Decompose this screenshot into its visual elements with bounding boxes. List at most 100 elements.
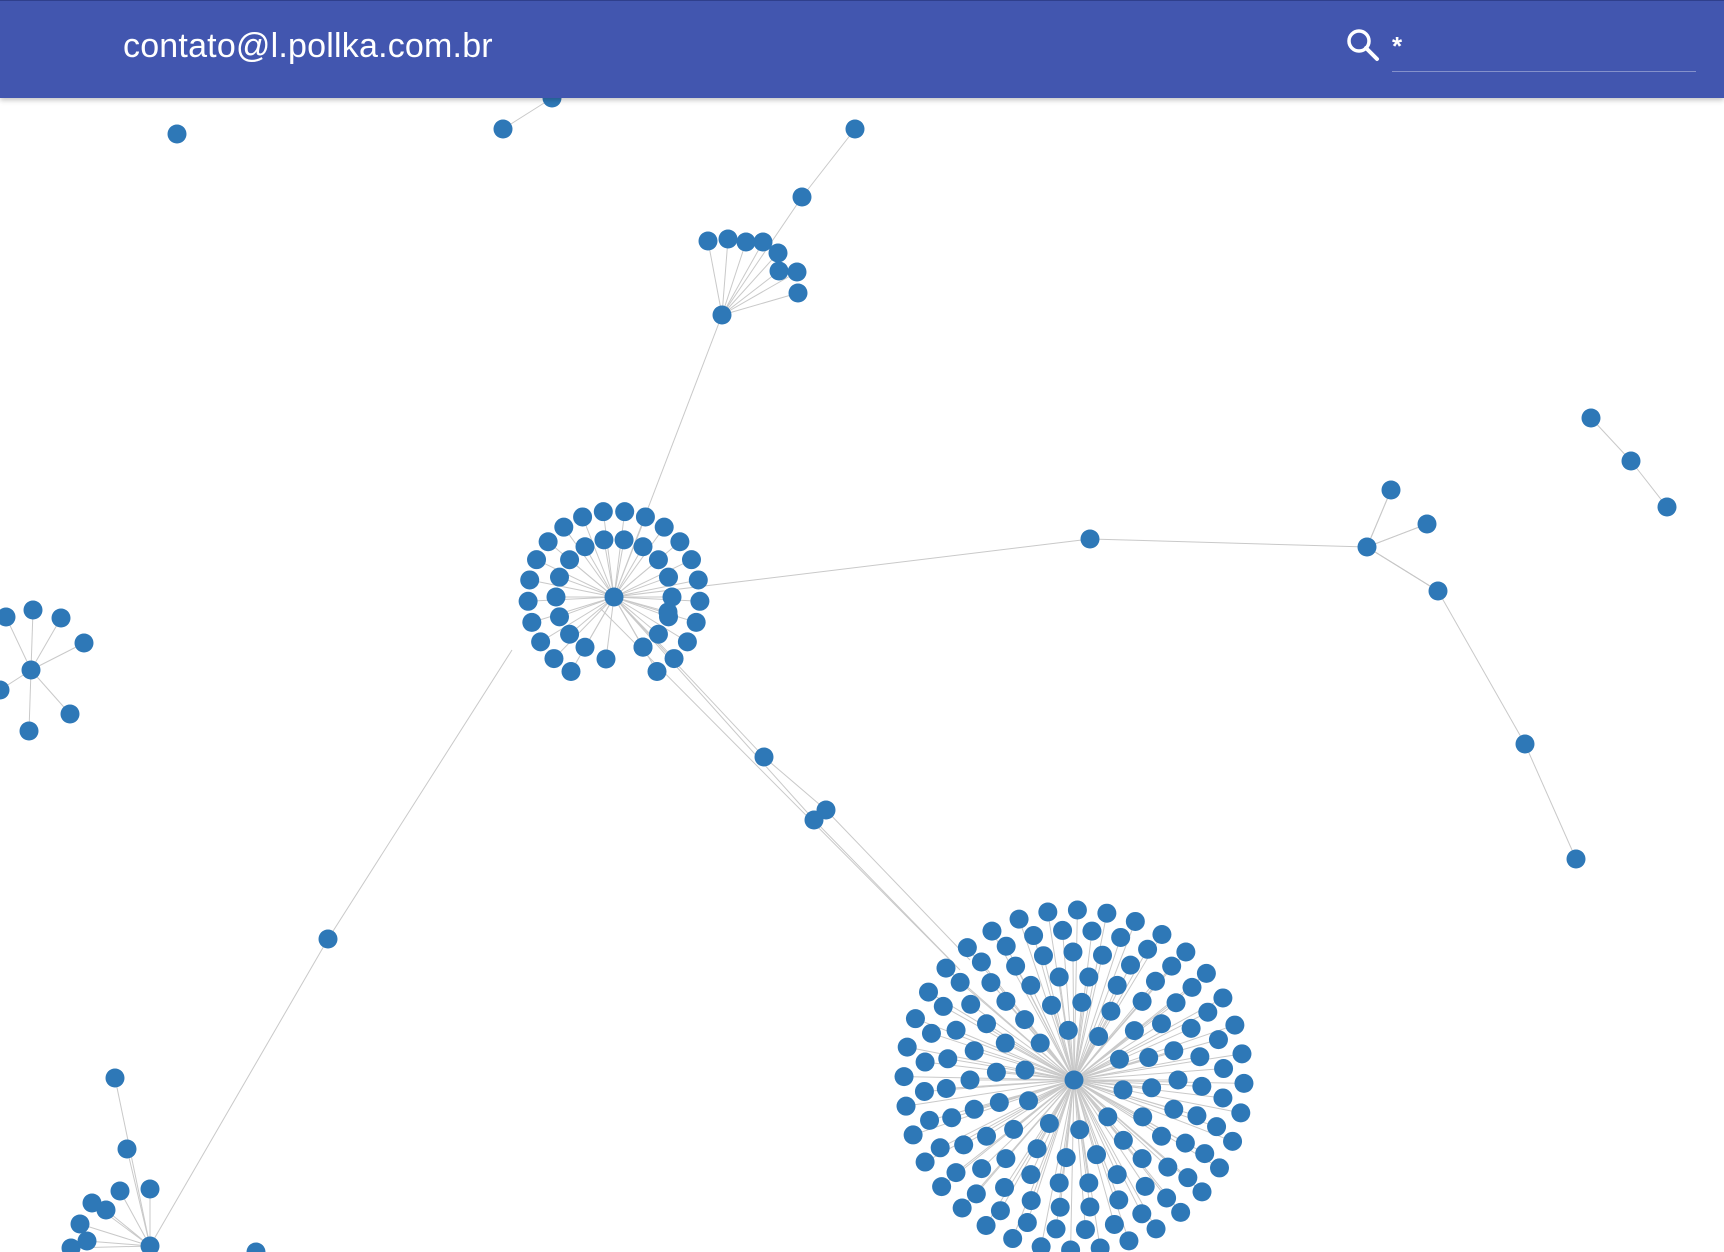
graph-node[interactable] <box>996 1149 1016 1169</box>
graph-node[interactable] <box>648 550 668 570</box>
graph-node[interactable] <box>19 721 39 741</box>
graph-node[interactable] <box>573 507 593 527</box>
graph-node[interactable] <box>1092 945 1112 965</box>
graph-node[interactable] <box>60 704 80 724</box>
graph-node[interactable] <box>1046 1219 1066 1239</box>
graph-node[interactable] <box>21 660 41 680</box>
graph-node[interactable] <box>894 1067 914 1087</box>
graph-node[interactable] <box>1171 1202 1191 1222</box>
graph-node[interactable] <box>560 624 580 644</box>
graph-node[interactable] <box>971 952 991 972</box>
graph-node[interactable] <box>688 570 708 590</box>
graph-node[interactable] <box>718 229 738 249</box>
graph-node[interactable] <box>1119 1231 1139 1251</box>
graph-node[interactable] <box>1030 1033 1050 1053</box>
graph-node[interactable] <box>1113 1080 1133 1100</box>
graph-node[interactable] <box>1175 1133 1195 1153</box>
graph-node[interactable] <box>712 305 732 325</box>
graph-node[interactable] <box>167 124 187 144</box>
graph-node[interactable] <box>1207 1117 1227 1137</box>
graph-node[interactable] <box>1213 1088 1233 1108</box>
graph-node[interactable] <box>1056 1148 1076 1168</box>
graph-node[interactable] <box>1176 942 1196 962</box>
graph-node[interactable] <box>596 649 616 669</box>
graph-node[interactable] <box>1111 927 1131 947</box>
graph-node[interactable] <box>942 1108 962 1128</box>
graph-node[interactable] <box>995 1178 1015 1198</box>
graph-node[interactable] <box>1428 581 1448 601</box>
graph-node[interactable] <box>594 530 614 550</box>
graph-node[interactable] <box>1070 1120 1090 1140</box>
graph-node[interactable] <box>1192 1076 1212 1096</box>
graph-node[interactable] <box>1135 1176 1155 1196</box>
graph-node[interactable] <box>932 1177 952 1197</box>
graph-node[interactable] <box>1006 956 1026 976</box>
graph-node[interactable] <box>664 649 684 669</box>
graph-node[interactable] <box>936 1078 956 1098</box>
graph-node[interactable] <box>1104 1214 1124 1234</box>
graph-node[interactable] <box>1058 1020 1078 1040</box>
graph-node[interactable] <box>990 1201 1010 1221</box>
graph-node[interactable] <box>686 612 706 632</box>
graph-node[interactable] <box>788 283 808 303</box>
graph-node[interactable] <box>1225 1015 1245 1035</box>
graph-node[interactable] <box>1214 1059 1234 1079</box>
graph-node[interactable] <box>977 1014 997 1034</box>
graph-node[interactable] <box>140 1236 160 1252</box>
graph-node[interactable] <box>977 1126 997 1146</box>
graph-node[interactable] <box>593 502 613 522</box>
graph-node[interactable] <box>1107 1165 1127 1185</box>
graph-node[interactable] <box>1581 408 1601 428</box>
graph-node[interactable] <box>1196 963 1216 983</box>
graph-node[interactable] <box>518 591 538 611</box>
graph-node[interactable] <box>996 936 1016 956</box>
graph-node[interactable] <box>561 661 581 681</box>
graph-node[interactable] <box>1082 921 1102 941</box>
graph-node[interactable] <box>1151 1014 1171 1034</box>
graph-node[interactable] <box>845 119 865 139</box>
network-graph[interactable] <box>0 0 1724 1252</box>
graph-node[interactable] <box>1021 1165 1041 1185</box>
graph-node[interactable] <box>1021 1191 1041 1211</box>
graph-node[interactable] <box>659 567 679 587</box>
graph-node[interactable] <box>1072 992 1092 1012</box>
graph-node[interactable] <box>1657 497 1677 517</box>
graph-node[interactable] <box>1357 537 1377 557</box>
graph-node[interactable] <box>1151 1126 1171 1146</box>
graph-node[interactable] <box>575 537 595 557</box>
graph-node[interactable] <box>1164 1041 1184 1061</box>
graph-node[interactable] <box>633 637 653 657</box>
graph-node[interactable] <box>1208 1030 1228 1050</box>
graph-node[interactable] <box>1019 1091 1039 1111</box>
graph-node[interactable] <box>915 1052 935 1072</box>
graph-node[interactable] <box>896 1096 916 1116</box>
graph-node[interactable] <box>1109 1049 1129 1069</box>
graph-node[interactable] <box>933 996 953 1016</box>
graph-node[interactable] <box>604 587 624 607</box>
graph-node[interactable] <box>976 1215 996 1235</box>
graph-node[interactable] <box>1031 1237 1051 1252</box>
graph-node[interactable] <box>1145 971 1165 991</box>
graph-node[interactable] <box>961 994 981 1014</box>
graph-node[interactable] <box>1090 1238 1110 1252</box>
graph-node[interactable] <box>1158 1157 1178 1177</box>
graph-node[interactable] <box>768 243 788 263</box>
graph-node[interactable] <box>1181 1018 1201 1038</box>
graph-node[interactable] <box>919 982 939 1002</box>
graph-node[interactable] <box>1080 529 1100 549</box>
graph-node[interactable] <box>0 680 10 700</box>
graph-node[interactable] <box>493 119 513 139</box>
graph-node[interactable] <box>982 921 1002 941</box>
graph-node[interactable] <box>1232 1044 1252 1064</box>
graph-node[interactable] <box>1138 939 1158 959</box>
graph-node[interactable] <box>105 1068 125 1088</box>
graph-node[interactable] <box>736 232 756 252</box>
graph-node[interactable] <box>964 1041 984 1061</box>
graph-node[interactable] <box>1195 1144 1215 1164</box>
graph-node[interactable] <box>920 1110 940 1130</box>
graph-node[interactable] <box>1050 1197 1070 1217</box>
graph-node[interactable] <box>1049 1173 1069 1193</box>
graph-node[interactable] <box>957 938 977 958</box>
graph-node[interactable] <box>787 262 807 282</box>
graph-node[interactable] <box>946 1163 966 1183</box>
